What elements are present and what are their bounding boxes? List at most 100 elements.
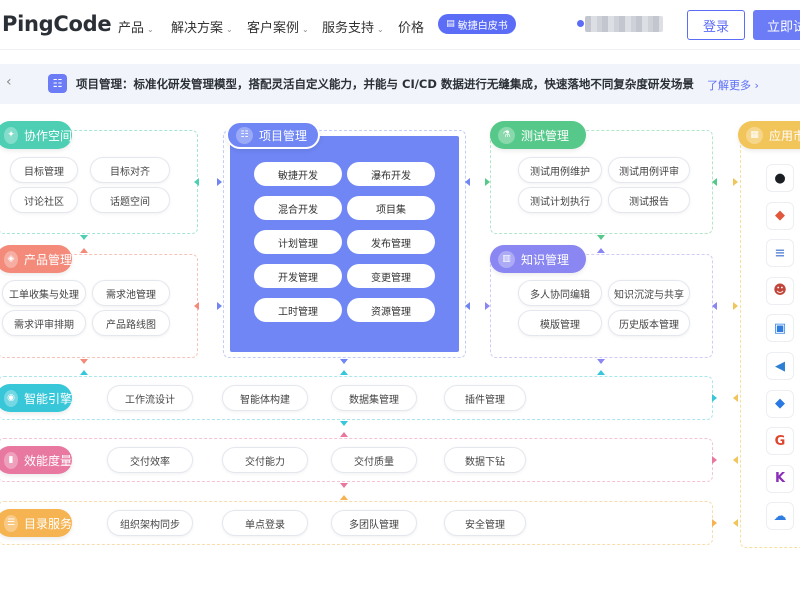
knowledge-item[interactable]: 模版管理 xyxy=(518,310,602,336)
ai-item[interactable]: 插件管理 xyxy=(444,385,526,411)
pm-item[interactable]: 变更管理 xyxy=(347,264,435,288)
ai-item[interactable]: 数据集管理 xyxy=(331,385,417,411)
knowledge-tag[interactable]: ▥ 知识管理 xyxy=(490,245,586,273)
chevron-down-icon: ⌄ xyxy=(302,25,309,34)
collab-item[interactable]: 目标管理 xyxy=(10,157,78,183)
login-button[interactable]: 登录 xyxy=(687,10,745,40)
connector-arrow xyxy=(597,235,605,240)
directory-icon: ☰ xyxy=(4,514,18,532)
connector-arrow xyxy=(465,178,470,186)
flask-icon: ⚗ xyxy=(498,126,515,144)
metrics-tag[interactable]: ▮ 效能度量 xyxy=(0,446,72,474)
metrics-item[interactable]: 交付能力 xyxy=(222,447,308,473)
github-icon[interactable]: ● xyxy=(766,164,794,192)
test-item[interactable]: 测试报告 xyxy=(608,187,690,213)
directory-item[interactable]: 安全管理 xyxy=(444,510,526,536)
nav-item-support[interactable]: 服务支持 ⌄ xyxy=(322,17,384,36)
book-icon: ▤ xyxy=(446,19,455,29)
top-nav: PingCode 产品 ⌄ 解决方案 ⌄ 客户案例 ⌄ 服务支持 ⌄ 价格 ▤ 敏捷白皮书… xyxy=(0,0,800,50)
connector-arrow xyxy=(340,495,348,500)
metrics-item[interactable]: 交付效率 xyxy=(107,447,193,473)
pm-item[interactable]: 发布管理 xyxy=(347,230,435,254)
test-item[interactable]: 测试用例评审 xyxy=(608,157,690,183)
test-item[interactable]: 测试用例维护 xyxy=(518,157,602,183)
chevron-down-icon: ⌄ xyxy=(226,25,233,34)
connector-arrow xyxy=(80,359,88,364)
diamond-app-icon[interactable]: ◆ xyxy=(766,389,794,418)
product-item[interactable]: 工单收集与处理 xyxy=(2,280,86,306)
checklist-icon: ☷ xyxy=(236,126,253,144)
test-item[interactable]: 测试计划执行 xyxy=(518,187,602,213)
chevron-down-icon: ⌄ xyxy=(377,25,384,34)
logo[interactable]: PingCode xyxy=(2,12,112,36)
collab-tag[interactable]: ✦ 协作空间 xyxy=(0,121,72,149)
pm-item[interactable]: 项目集 xyxy=(347,196,435,220)
pm-item[interactable]: 混合开发 xyxy=(254,196,342,220)
apps-tag[interactable]: ▦ 应用市 xyxy=(738,121,800,149)
connector-arrow xyxy=(340,421,348,426)
g-app-icon[interactable]: G xyxy=(766,427,794,456)
connector-arrow xyxy=(485,302,490,310)
directory-item[interactable]: 单点登录 xyxy=(222,510,308,536)
connector-arrow xyxy=(733,178,738,186)
connector-arrow xyxy=(80,370,88,375)
product-item[interactable]: 产品路线图 xyxy=(92,310,170,336)
connector-arrow xyxy=(217,178,222,186)
metrics-item[interactable]: 交付质量 xyxy=(331,447,417,473)
test-tag[interactable]: ⚗ 测试管理 xyxy=(490,121,586,149)
collab-item[interactable]: 话题空间 xyxy=(90,187,170,213)
knowledge-item[interactable]: 知识沉淀与共享 xyxy=(608,280,690,306)
pm-item[interactable]: 资源管理 xyxy=(347,298,435,322)
product-tag[interactable]: ◈ 产品管理 xyxy=(0,245,72,273)
pm-tag[interactable]: ☷ 项目管理 xyxy=(226,121,320,149)
pm-item[interactable]: 开发管理 xyxy=(254,264,342,288)
product-item[interactable]: 需求池管理 xyxy=(92,280,170,306)
connector-arrow xyxy=(733,456,738,464)
chevron-left-icon[interactable]: ‹ xyxy=(6,74,12,90)
jenkins-icon[interactable]: ☻ xyxy=(766,276,794,305)
k-app-icon[interactable]: K xyxy=(766,464,794,493)
feature-banner: ‹ ☷ 项目管理：标准化研发管理模型，搭配灵活自定义能力，并能与 CI/CD 数… xyxy=(0,64,800,104)
directory-item[interactable]: 组织架构同步 xyxy=(107,510,193,536)
avatar[interactable] xyxy=(577,20,584,27)
connector-arrow xyxy=(712,178,717,186)
collab-item[interactable]: 目标对齐 xyxy=(90,157,170,183)
gitlab-icon[interactable]: ◆ xyxy=(766,201,794,230)
banner-text: 项目管理：标准化研发管理模型，搭配灵活自定义能力，并能与 CI/CD 数据进行无… xyxy=(76,77,694,91)
pm-item[interactable]: 敏捷开发 xyxy=(254,162,342,186)
product-item[interactable]: 需求评审排期 xyxy=(2,310,86,336)
directory-item[interactable]: 多团队管理 xyxy=(331,510,417,536)
connector-arrow xyxy=(340,483,348,488)
ai-tag[interactable]: ◉ 智能引擎 xyxy=(0,384,72,412)
trial-button[interactable]: 立即试 xyxy=(753,10,800,40)
nav-item-pricing[interactable]: 价格 xyxy=(398,17,424,36)
user-info-blurred xyxy=(585,16,663,32)
connector-arrow xyxy=(712,394,717,402)
pm-item[interactable]: 工时管理 xyxy=(254,298,342,322)
directory-tag[interactable]: ☰ 目录服务 xyxy=(0,509,72,537)
nav-item-products[interactable]: 产品 ⌄ xyxy=(118,17,154,36)
connector-arrow xyxy=(80,248,88,253)
metrics-item[interactable]: 数据下钻 xyxy=(444,447,526,473)
collab-icon: ✦ xyxy=(4,126,18,144)
ai-item[interactable]: 工作流设计 xyxy=(107,385,193,411)
connector-arrow xyxy=(194,178,199,186)
checklist-icon: ☷ xyxy=(48,74,67,93)
nav-item-solutions[interactable]: 解决方案 ⌄ xyxy=(171,17,233,36)
learn-more-link[interactable]: 了解更多 › xyxy=(707,77,759,93)
collab-item[interactable]: 讨论社区 xyxy=(10,187,78,213)
whitepaper-button[interactable]: ▤ 敏捷白皮书 xyxy=(438,14,516,34)
nav-item-cases[interactable]: 客户案例 ⌄ xyxy=(247,17,309,36)
connector-arrow xyxy=(340,432,348,437)
connector-arrow xyxy=(597,359,605,364)
knowledge-item[interactable]: 历史版本管理 xyxy=(608,310,690,336)
pm-item[interactable]: 计划管理 xyxy=(254,230,342,254)
vscode-icon[interactable]: ◀ xyxy=(766,352,794,380)
bucket-icon[interactable]: ▣ xyxy=(766,314,794,343)
pm-item[interactable]: 瀑布开发 xyxy=(347,162,435,186)
list-app-icon[interactable]: ≡ xyxy=(766,239,794,268)
ai-item[interactable]: 智能体构建 xyxy=(222,385,308,411)
knowledge-item[interactable]: 多人协同编辑 xyxy=(518,280,602,306)
cloud-icon[interactable]: ☁ xyxy=(766,502,794,531)
connector-arrow xyxy=(340,370,348,375)
